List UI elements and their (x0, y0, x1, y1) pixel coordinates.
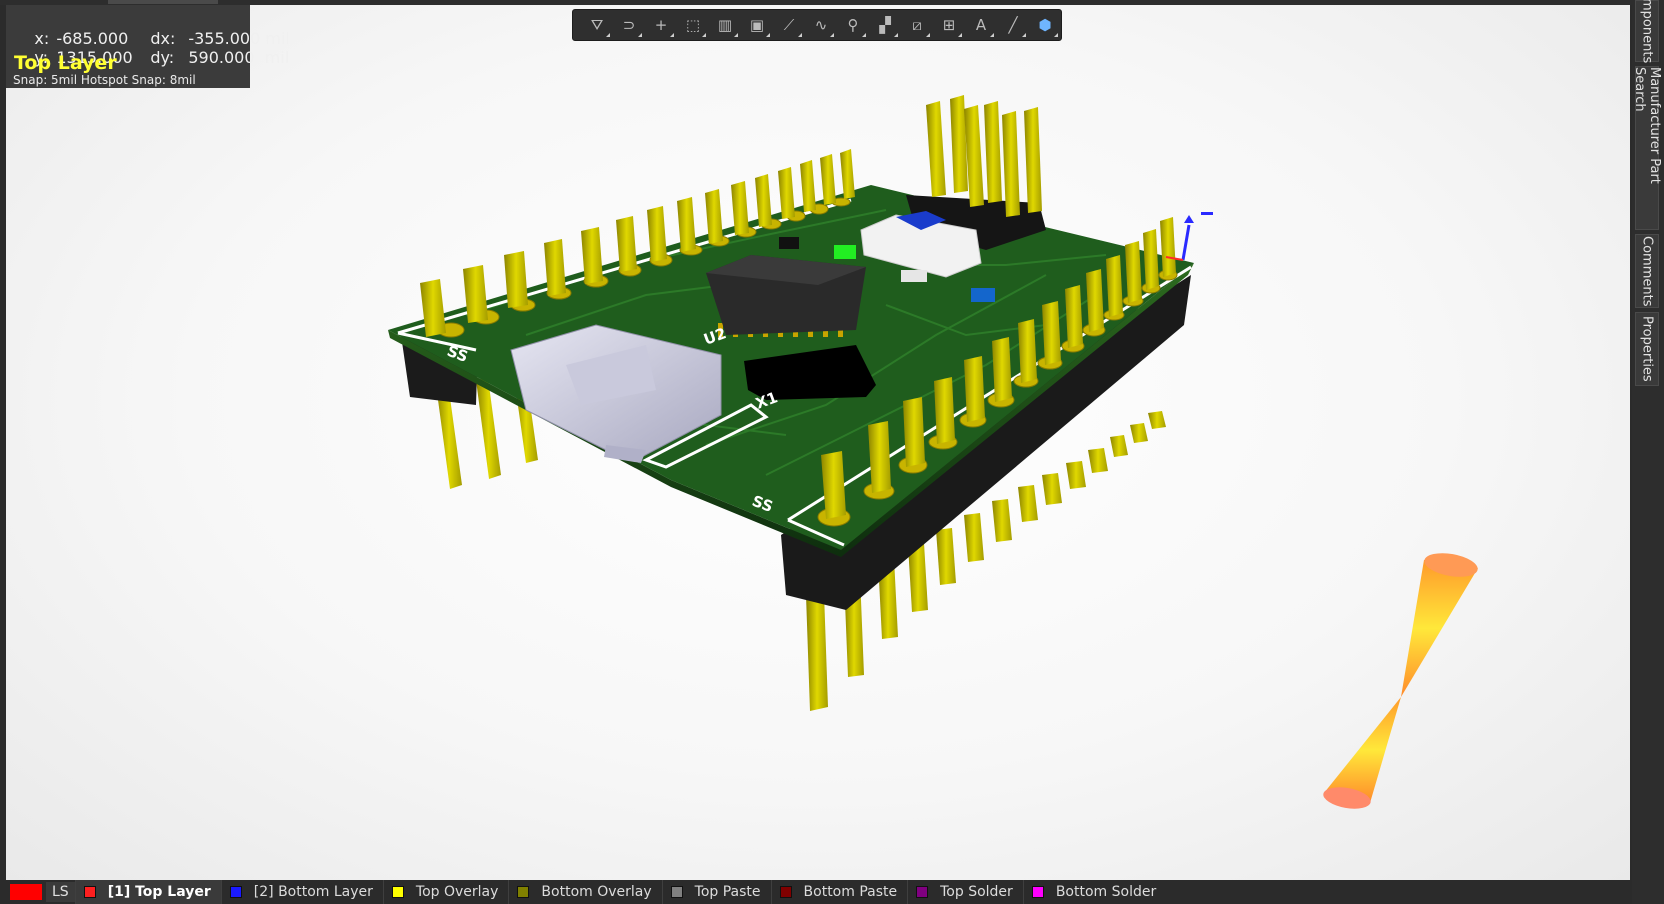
layer-tab-label: Bottom Solder (1055, 884, 1157, 900)
filter-button[interactable]: ⛛ (581, 11, 613, 39)
crosshair-icon: + (654, 16, 668, 34)
layer-tab-top-solder[interactable]: Top Solder (907, 880, 1023, 904)
layer-tab-bottom-solder[interactable]: Bottom Solder (1022, 880, 1166, 904)
layer-color-swatch (83, 886, 96, 898)
layer-tab-label: Bottom Overlay (541, 884, 652, 900)
document-tab-marker[interactable] (108, 0, 218, 4)
hud-dy-value: 590.000 mil (188, 48, 290, 67)
tab-properties[interactable]: Properties (1635, 312, 1659, 386)
measure-icon: ⊞ (942, 16, 956, 34)
interactive-route-button[interactable]: ∿ (805, 11, 837, 39)
snap-info: Snap: 5mil Hotspot Snap: 8mil (13, 73, 196, 87)
coordinate-hud: x: -685.000 dx: -355.000 mil y: 1315.000 dy: 5… (6, 5, 290, 88)
current-layer-label: Top Layer (14, 52, 117, 74)
tab-manufacturer-part-search[interactable]: Manufacturer Part Search (1632, 66, 1662, 230)
line-icon: ╱ (1008, 16, 1018, 34)
layer-tab-label: Top Solder (940, 884, 1013, 900)
text-icon: A (975, 16, 987, 34)
tab-components[interactable]: mponents (1635, 0, 1659, 64)
layer-tab-bottom-layer[interactable]: [2] Bottom Layer (220, 880, 383, 904)
route-button[interactable]: ⟋ (773, 11, 805, 39)
align-button[interactable]: ▥ (709, 11, 741, 39)
led-green (834, 245, 856, 259)
active-bar-toolbar: ⛛ ⊃ + ⬚ ▥ ▣ ⟋ ∿ ⚲ ▞ ⧄ ⊞ A ╱ ⬢ (572, 9, 1062, 41)
layer-tab-top-layer[interactable]: [1] Top Layer (74, 880, 221, 904)
pcb-3d-render: U2 X1 SS SS (388, 95, 1480, 812)
select-rectangle-icon: ⬚ (685, 16, 701, 34)
orientation-gizmo[interactable] (1322, 549, 1480, 812)
layer-color-swatch (670, 886, 683, 898)
layer-tab-label: [1] Top Layer (107, 884, 211, 900)
layer-tab-bottom-overlay[interactable]: Bottom Overlay (508, 880, 661, 904)
current-layer-color-swatch[interactable] (10, 884, 42, 900)
align-icon: ▥ (717, 16, 733, 34)
layer-tab-top-overlay[interactable]: Top Overlay (382, 880, 509, 904)
measure-button[interactable]: ⊞ (933, 11, 965, 39)
select-button[interactable]: ⬚ (677, 11, 709, 39)
snap-magnet-icon: ⊃ (622, 16, 636, 34)
ic-u2 (706, 255, 866, 337)
component-icon: ▣ (749, 16, 765, 34)
layer-color-swatch (517, 886, 530, 898)
layer-color-swatch (1031, 886, 1044, 898)
hud-dy-label: dy: (150, 48, 175, 67)
filter-icon: ⛛ (590, 16, 604, 34)
layer-color-swatch (229, 886, 242, 898)
layer-tab-top-paste[interactable]: Top Paste (661, 880, 771, 904)
tab-comments[interactable]: Comments (1635, 234, 1659, 308)
layer-color-swatch (391, 886, 404, 898)
line-button[interactable]: ╱ (997, 11, 1029, 39)
white-component (901, 270, 927, 282)
layer-color-swatch (779, 886, 792, 898)
layer-tab-label: Top Overlay (415, 884, 499, 900)
layer-tabs-bar: LS [1] Top Layer [2] Bottom Layer Top Ov… (0, 880, 1632, 904)
polygon-icon: ▞ (879, 16, 891, 34)
3d-viewport[interactable]: U2 X1 SS SS (6, 5, 1630, 880)
layer-tab-label: Top Paste (694, 884, 761, 900)
blue-component (971, 288, 995, 302)
place-component-button[interactable]: ▣ (741, 11, 773, 39)
transistor-small (779, 237, 799, 249)
3d-body-icon: ⬢ (1038, 16, 1052, 34)
region-icon: ⧄ (912, 16, 922, 34)
interactive-route-icon: ∿ (814, 16, 828, 34)
layer-tab-label: [2] Bottom Layer (253, 884, 373, 900)
via-button[interactable]: ⚲ (837, 11, 869, 39)
layer-color-swatch (916, 886, 929, 898)
polygon-button[interactable]: ▞ (869, 11, 901, 39)
3d-body-button[interactable]: ⬢ (1029, 11, 1061, 39)
layer-tab-bottom-paste[interactable]: Bottom Paste (770, 880, 908, 904)
layer-tab-label: Bottom Paste (803, 884, 898, 900)
text-button[interactable]: A (965, 11, 997, 39)
snap-button[interactable]: ⊃ (613, 11, 645, 39)
route-icon: ⟋ (783, 16, 795, 34)
layer-sets-button[interactable]: LS (46, 882, 75, 902)
crosshair-button[interactable]: + (645, 11, 677, 39)
right-panel-tabs: mponents Manufacturer Part Search Commen… (1632, 0, 1664, 904)
region-button[interactable]: ⧄ (901, 11, 933, 39)
via-icon: ⚲ (847, 16, 859, 34)
